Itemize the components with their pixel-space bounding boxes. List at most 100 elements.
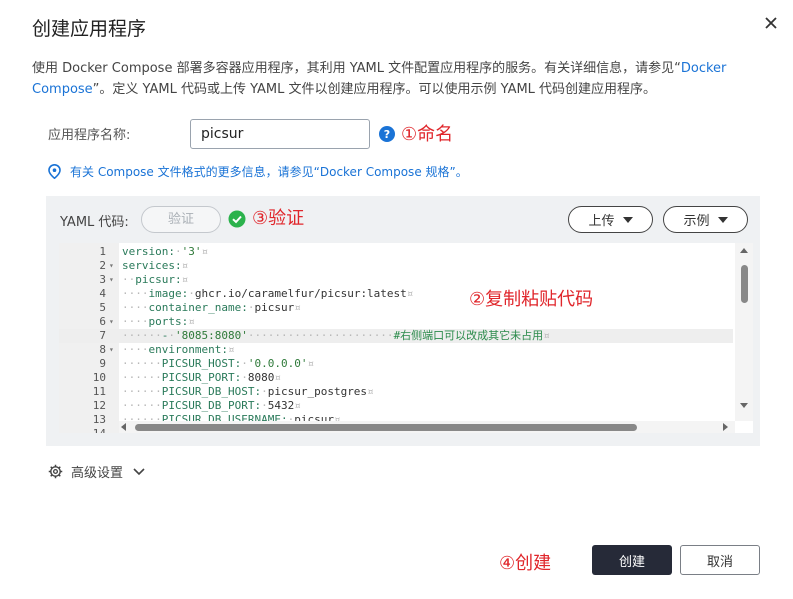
app-name-input[interactable]: picsur bbox=[190, 119, 370, 149]
code-text: ······PICSUR_HOST:·'0.0.0.0'¤ bbox=[122, 357, 314, 371]
caret-down-icon bbox=[622, 216, 633, 223]
cancel-button[interactable]: 取消 bbox=[680, 545, 760, 575]
code-token-eol: ¤ bbox=[406, 287, 414, 300]
yaml-editor[interactable]: 1 version:·'3'¤ 2 ▾ services:¤ 3 ▾ ··picsur:¤ 4 ·… bbox=[59, 243, 753, 433]
code-token-comment: #右侧端口可以改成其它未占用 bbox=[393, 329, 544, 342]
scroll-right-icon[interactable] bbox=[723, 423, 728, 431]
fold-toggle-icon[interactable]: ▾ bbox=[109, 343, 117, 357]
scroll-left-icon[interactable] bbox=[121, 423, 126, 431]
code-token-indent: ······ bbox=[122, 357, 162, 370]
line-number: 6 bbox=[99, 315, 106, 328]
code-line[interactable]: 11 ······PICSUR_DB_HOST:·picsur_postgres¤ bbox=[59, 385, 733, 399]
code-text: services:¤ bbox=[122, 259, 188, 273]
yaml-code-label: YAML 代码: bbox=[60, 215, 129, 230]
dialog-description: 使用 Docker Compose 部署多容器应用程序，其利用 YAML 文件配… bbox=[32, 61, 727, 97]
fold-toggle-icon[interactable]: ▾ bbox=[109, 273, 117, 287]
code-text: ····environment:¤ bbox=[122, 343, 235, 357]
code-text: ······PICSUR_DB_HOST:·picsur_postgres¤ bbox=[122, 385, 374, 399]
yaml-panel: YAML 代码: 验证 ③验证 上传 示例 1 version:·'3'¤ 2 ▾ se… bbox=[46, 196, 760, 446]
advanced-settings-toggle[interactable]: 高级设置 bbox=[48, 462, 145, 481]
code-token-key: picsur: bbox=[135, 273, 182, 286]
code-token-indent: ······ bbox=[122, 385, 162, 398]
code-token-eol: ¤ bbox=[274, 371, 281, 384]
line-number: 5 bbox=[99, 301, 106, 314]
code-token-indent: ·· bbox=[122, 273, 136, 286]
line-number: 1 bbox=[99, 245, 106, 258]
line-number: 8 bbox=[99, 343, 106, 356]
line-number: 11 bbox=[92, 385, 106, 398]
scroll-down-icon[interactable] bbox=[740, 403, 748, 408]
code-token-eol: ¤ bbox=[307, 357, 315, 370]
code-line[interactable]: 4 ····image:·ghcr.io/caramelfur/picsur:la… bbox=[59, 287, 733, 301]
code-token-key: PICSUR_PORT: bbox=[161, 371, 242, 384]
code-line[interactable]: 9 ······PICSUR_HOST:·'0.0.0.0'¤ bbox=[59, 357, 733, 371]
advanced-settings-label: 高级设置 bbox=[71, 466, 124, 481]
upload-button[interactable]: 上传 bbox=[568, 206, 653, 233]
code-token-key: PICSUR_DB_PORT: bbox=[161, 399, 262, 412]
line-number: 9 bbox=[99, 357, 106, 370]
code-token-sep: · bbox=[174, 245, 182, 258]
scroll-up-icon[interactable] bbox=[740, 248, 748, 253]
code-text: ··picsur:¤ bbox=[122, 273, 188, 287]
code-token-indent: ······ bbox=[122, 399, 162, 412]
question-circle-icon[interactable]: ? bbox=[379, 126, 395, 142]
code-text: ····container_name:·picsur¤ bbox=[122, 301, 301, 315]
code-line[interactable]: 1 version:·'3'¤ bbox=[59, 245, 733, 259]
code-line[interactable]: 5 ····container_name:·picsur¤ bbox=[59, 301, 733, 315]
code-line[interactable]: 6 ▾ ····ports:¤ bbox=[59, 315, 733, 329]
code-token-sep: · bbox=[188, 287, 195, 300]
code-token-key: version: bbox=[122, 245, 175, 258]
code-token-pad: ······················ bbox=[247, 329, 394, 342]
horizontal-scroll-thumb[interactable] bbox=[135, 424, 637, 431]
code-token-eol: ¤ bbox=[188, 315, 195, 328]
code-token-val: 5432 bbox=[267, 399, 295, 412]
code-line[interactable]: 8 ▾ ····environment:¤ bbox=[59, 343, 733, 357]
code-token-val: ghcr.io/caramelfur/picsur:latest bbox=[194, 287, 407, 300]
code-text: version:·'3'¤ bbox=[122, 245, 208, 259]
code-text: ······PICSUR_PORT:·8080¤ bbox=[122, 371, 281, 385]
line-number: 10 bbox=[92, 371, 106, 384]
example-button[interactable]: 示例 bbox=[663, 206, 748, 233]
verify-button[interactable]: 验证 bbox=[141, 206, 221, 233]
code-token-key: image: bbox=[148, 287, 189, 300]
code-token-eol: ¤ bbox=[294, 399, 301, 412]
horizontal-scrollbar[interactable] bbox=[119, 421, 735, 433]
compose-spec-link[interactable]: Docker Compose 规格 bbox=[320, 163, 450, 180]
code-token-sep: · bbox=[261, 385, 268, 398]
code-token-eol: ¤ bbox=[227, 343, 235, 356]
line-number: 4 bbox=[99, 287, 106, 300]
vertical-scroll-thumb[interactable] bbox=[741, 265, 748, 303]
line-number: 3 bbox=[99, 273, 106, 286]
check-circle-icon bbox=[228, 210, 246, 228]
code-line[interactable]: 2 ▾ services:¤ bbox=[59, 259, 733, 273]
code-token-indent: ···· bbox=[122, 315, 149, 328]
code-token-val: picsur bbox=[254, 301, 295, 314]
fold-toggle-icon[interactable]: ▾ bbox=[109, 315, 117, 329]
code-token-val: 8080 bbox=[247, 371, 275, 384]
code-token-key: services: bbox=[122, 259, 182, 272]
line-number: 12 bbox=[92, 399, 106, 412]
annotation-paste: ②复制粘贴代码 bbox=[469, 289, 594, 310]
chevron-down-icon bbox=[133, 467, 145, 475]
code-line[interactable]: 7 ······-·'8085:8080'····················… bbox=[59, 329, 733, 343]
compose-info-row: 有关 Compose 文件格式的更多信息，请参见“ Docker Compose … bbox=[48, 162, 468, 180]
dialog-title: 创建应用程序 bbox=[32, 18, 147, 40]
caret-down-icon bbox=[717, 216, 728, 223]
code-token-key: PICSUR_DB_HOST: bbox=[161, 385, 262, 398]
code-token-key: container_name: bbox=[148, 301, 248, 314]
code-text: ····ports:¤ bbox=[122, 315, 195, 329]
code-token-val: '0.0.0.0' bbox=[247, 357, 308, 370]
code-line[interactable]: 3 ▾ ··picsur:¤ bbox=[59, 273, 733, 287]
code-token-eol: ¤ bbox=[294, 301, 301, 314]
code-line[interactable]: 12 ······PICSUR_DB_PORT:·5432¤ bbox=[59, 399, 733, 413]
code-token-indent: ······ bbox=[122, 371, 162, 384]
fold-toggle-icon[interactable]: ▾ bbox=[109, 259, 117, 273]
app-name-label: 应用程序名称: bbox=[48, 128, 131, 143]
create-button[interactable]: 创建 bbox=[592, 545, 672, 575]
code-token-key: PICSUR_HOST: bbox=[161, 357, 242, 370]
code-line[interactable]: 10 ······PICSUR_PORT:·8080¤ bbox=[59, 371, 733, 385]
close-icon[interactable] bbox=[762, 14, 780, 32]
line-number: 14 bbox=[59, 427, 106, 433]
vertical-scrollbar[interactable] bbox=[735, 243, 753, 421]
code-token-sep: · bbox=[168, 329, 175, 342]
